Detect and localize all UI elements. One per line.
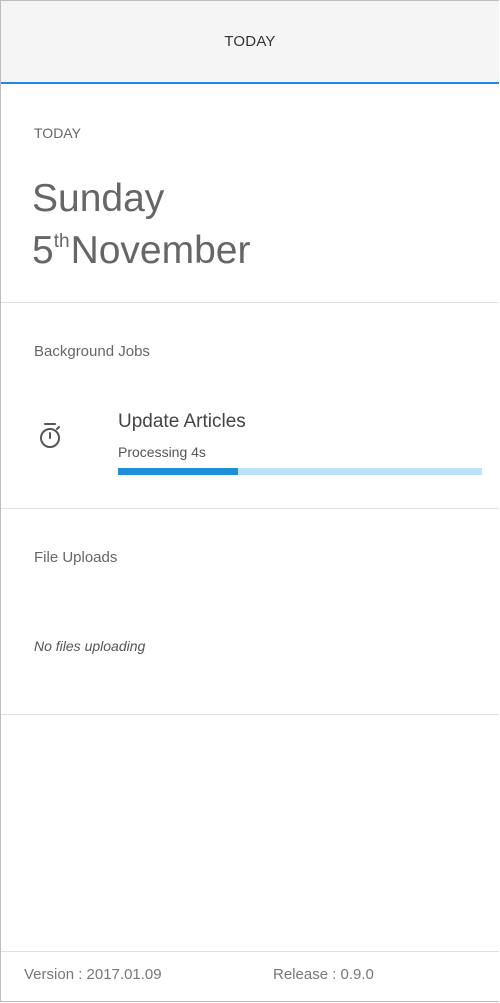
date-line: 5thNovember xyxy=(32,229,250,273)
today-section: TODAY Sunday 5thNovember xyxy=(1,84,499,303)
month-name: November xyxy=(70,229,251,272)
panel-header: TODAY xyxy=(1,1,499,84)
release-text: Release : 0.9.0 xyxy=(273,966,374,983)
day-name: Sunday xyxy=(32,177,165,220)
file-uploads-label: File Uploads xyxy=(34,549,118,566)
job-status: Processing 4s xyxy=(118,444,206,460)
footer: Version : 2017.01.09 Release : 0.9.0 xyxy=(1,951,499,1003)
header-title: TODAY xyxy=(224,33,276,50)
timer-icon xyxy=(40,423,60,448)
job-item: Update Articles Processing 4s xyxy=(1,409,499,479)
job-title: Update Articles xyxy=(118,411,246,432)
job-progress-fill xyxy=(118,468,239,475)
today-panel: TODAY TODAY Sunday 5thNovember Backgroun… xyxy=(0,0,499,1002)
job-progress-bar xyxy=(118,468,482,475)
no-uploads-text: No files uploading xyxy=(34,638,146,654)
today-label: TODAY xyxy=(34,125,81,141)
day-suffix: th xyxy=(53,231,70,252)
file-uploads-section: File Uploads No files uploading xyxy=(1,509,499,715)
background-jobs-label: Background Jobs xyxy=(34,343,150,360)
background-jobs-section: Background Jobs Update Articles Processi… xyxy=(1,303,499,509)
day-number: 5 xyxy=(32,229,54,272)
version-text: Version : 2017.01.09 xyxy=(24,966,162,983)
